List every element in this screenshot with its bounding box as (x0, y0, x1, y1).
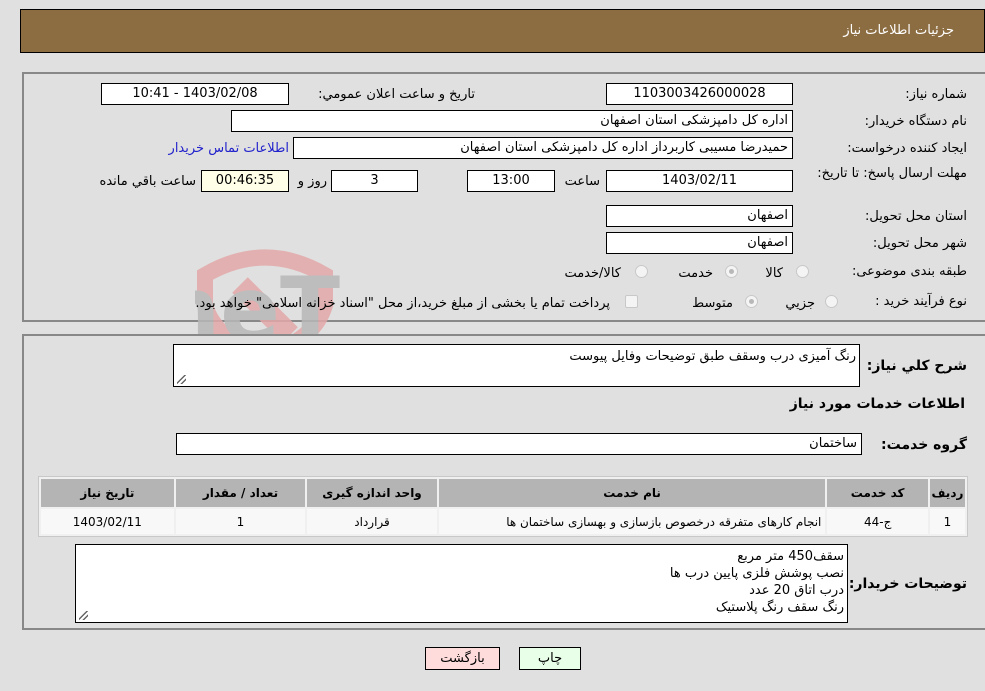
category-option-goods-service: کالا/خدمت (564, 266, 621, 281)
deadline-date-field[interactable]: 1403/02/11 (606, 170, 793, 192)
purchase-radio-medium[interactable] (745, 295, 758, 308)
cell-service-name: انجام کارهای متفرقه درخصوص بازسازی و بهس… (438, 509, 826, 534)
col-header-unit: واحد اندازه گیری (307, 479, 437, 507)
col-header-row-number: ردیف (929, 479, 965, 507)
cell-need-date: 1403/02/11 (41, 509, 174, 534)
cell-row-number: 1 (929, 509, 965, 534)
buyer-contact-link[interactable]: اطلاعات تماس خریدار (169, 141, 289, 156)
delivery-province-label: استان محل تحویل: (865, 209, 967, 224)
resize-grip-icon[interactable] (177, 375, 186, 384)
print-button[interactable]: چاپ (519, 647, 581, 670)
buyer-org-label: نام دستگاه خریدار: (864, 114, 967, 129)
services-section-title: اطلاعات خدمات مورد نیاز (789, 396, 965, 412)
col-header-need-date: تاریخ نیاز (41, 479, 174, 507)
delivery-city-field[interactable]: اصفهان (606, 232, 793, 254)
requester-label: ایجاد کننده درخواست: (847, 141, 967, 156)
buyer-notes-label: توضیحات خریدار: (848, 576, 967, 592)
days-label: روز و (297, 174, 327, 189)
announce-datetime-field[interactable]: 1403/02/08 - 10:41 (101, 83, 289, 105)
table-row: 1 ج-44 انجام کارهای متفرقه درخصوص بازساز… (41, 509, 965, 534)
treasury-note: پرداخت تمام یا بخشی از مبلغ خرید،از محل … (195, 296, 610, 311)
cell-unit: قرارداد (307, 509, 437, 534)
deadline-time-field[interactable]: 13:00 (467, 170, 555, 192)
announce-datetime-label: تاریخ و ساعت اعلان عمومي: (318, 87, 475, 102)
delivery-province-field[interactable]: اصفهان (606, 205, 793, 227)
back-button[interactable]: بازگشت (425, 647, 500, 670)
deadline-time-label: ساعت (564, 174, 600, 189)
col-header-service-name: نام خدمت (438, 479, 826, 507)
service-group-field[interactable]: ساختمان (176, 433, 862, 455)
general-desc-label: شرح كلي نياز: (866, 358, 967, 374)
purchase-option-minor: جزيي (785, 296, 815, 311)
category-option-service: خدمت (678, 266, 713, 281)
page-title: جزئیات اطلاعات نیاز (843, 23, 954, 38)
page-header: جزئیات اطلاعات نیاز (20, 9, 985, 53)
buyer-notes-textarea[interactable]: سقف450 متر مربع نصب پوشش فلزی پایین درب … (75, 544, 848, 623)
time-remaining-label: ساعت باقي مانده (99, 174, 196, 189)
service-group-label: گروه خدمت: (881, 437, 967, 453)
buyer-notes-line: نصب پوشش فلزی پایین درب ها (669, 566, 844, 581)
category-option-goods: کالا (765, 266, 783, 281)
cell-service-code: ج-44 (827, 509, 928, 534)
category-radio-service[interactable] (725, 265, 738, 278)
days-remaining-field[interactable]: 3 (331, 170, 418, 192)
deadline-label: مهلت ارسال پاسخ: تا تاریخ: (817, 166, 967, 181)
delivery-city-label: شهر محل تحویل: (872, 236, 967, 251)
buyer-org-field[interactable]: اداره کل دامپزشکی استان اصفهان (231, 110, 793, 132)
resize-grip-icon[interactable] (79, 611, 88, 620)
need-number-label: شماره نیاز: (905, 87, 967, 102)
requester-field[interactable]: حمیدرضا مسیبی کاربرداز اداره کل دامپزشکی… (293, 137, 793, 159)
col-header-service-code: کد خدمت (827, 479, 928, 507)
need-number-field[interactable]: 1103003426000028 (606, 83, 793, 105)
buyer-notes-line: رنگ سقف رنگ پلاستیک (715, 600, 844, 615)
category-radio-goods[interactable] (796, 265, 809, 278)
category-radio-goods-service[interactable] (635, 265, 648, 278)
buyer-notes-line: درب اتاق 20 عدد (749, 583, 844, 598)
cell-quantity: 1 (175, 509, 306, 534)
category-label: طبقه بندی موضوعی: (851, 264, 967, 279)
purchase-radio-minor[interactable] (825, 295, 838, 308)
services-table: ردیف کد خدمت نام خدمت واحد اندازه گیری ت… (38, 476, 968, 537)
time-remaining-field: 00:46:35 (201, 170, 289, 192)
col-header-quantity: تعداد / مقدار (175, 479, 306, 507)
purchase-type-label: نوع فرآیند خرید : (875, 294, 967, 309)
table-header-row: ردیف کد خدمت نام خدمت واحد اندازه گیری ت… (41, 479, 965, 507)
general-desc-textarea[interactable]: رنگ آمیزی درب وسقف طبق توضیحات وفایل پیو… (173, 344, 860, 387)
treasury-checkbox[interactable] (625, 295, 638, 308)
general-desc-text: رنگ آمیزی درب وسقف طبق توضیحات وفایل پیو… (569, 349, 856, 364)
purchase-option-medium: متوسط (692, 296, 733, 311)
buyer-notes-line: سقف450 متر مربع (737, 549, 844, 564)
